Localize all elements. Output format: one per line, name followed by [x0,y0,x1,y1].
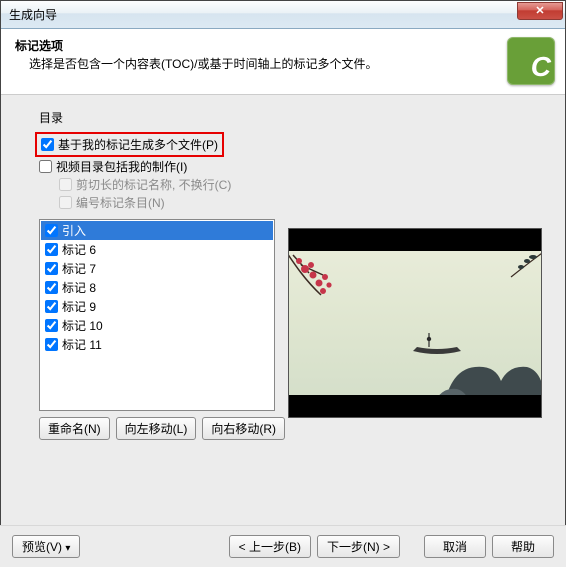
check-generate-multiple-label: 基于我的标记生成多个文件(P) [58,136,218,153]
check-generate-multiple-box[interactable] [41,138,54,151]
close-icon: ✕ [535,4,544,17]
list-item[interactable]: 标记 8 [41,278,273,297]
next-button[interactable]: 下一步(N) > [317,535,400,558]
check-number-entries-label: 编号标记条目(N) [76,194,165,211]
list-item-label: 标记 9 [62,298,96,315]
list-item[interactable]: 引入 [41,221,273,240]
close-button[interactable]: ✕ [517,2,563,20]
check-number-entries: 编号标记条目(N) [59,194,541,211]
move-left-button[interactable]: 向左移动(L) [116,417,197,440]
highlighted-option: 基于我的标记生成多个文件(P) [35,132,224,157]
list-item-checkbox[interactable] [45,319,58,332]
list-item-checkbox[interactable] [45,262,58,275]
list-item[interactable]: 标记 7 [41,259,273,278]
section-label-directory: 目录 [39,109,541,126]
window-title: 生成向导 [9,6,517,23]
list-item-checkbox[interactable] [45,300,58,313]
logo-letter: C [531,53,551,81]
list-item-label: 标记 10 [62,317,103,334]
header-title: 标记选项 [15,37,491,54]
list-item-label: 标记 7 [62,260,96,277]
list-item[interactable]: 标记 6 [41,240,273,259]
list-item-label: 引入 [62,222,86,239]
check-include-production[interactable]: 视频目录包括我的制作(I) [39,158,541,175]
list-item-checkbox[interactable] [45,338,58,351]
help-button[interactable]: 帮助 [492,535,554,558]
list-item[interactable]: 标记 11 [41,335,273,354]
wizard-header: 标记选项 选择是否包含一个内容表(TOC)/或基于时间轴上的标记多个文件。 C [1,29,565,95]
cancel-button[interactable]: 取消 [424,535,486,558]
list-item-checkbox[interactable] [45,281,58,294]
list-item[interactable]: 标记 10 [41,316,273,335]
list-item[interactable]: 标记 9 [41,297,273,316]
marker-listbox[interactable]: 引入标记 6 标记 7 标记 8 标记 9 标记 10 标记 11 [39,219,275,411]
wizard-footer: 预览(V) ▾ < 上一步(B) 下一步(N) > 取消 帮助 [0,525,566,567]
check-include-production-label: 视频目录包括我的制作(I) [56,158,187,175]
preview-panel [288,228,542,418]
check-include-production-box[interactable] [39,160,52,173]
titlebar: 生成向导 ✕ [1,1,565,29]
check-number-entries-box [59,196,72,209]
app-logo: C [507,37,555,85]
check-trim-names-box [59,178,72,191]
preview-button-label: 预览(V) [22,540,62,554]
decor-branch-left [289,251,365,335]
chevron-down-icon: ▾ [65,543,70,554]
list-item-label: 标记 6 [62,241,96,258]
check-trim-names: 剪切长的标记名称, 不换行(C) [59,176,541,193]
rename-button[interactable]: 重命名(N) [39,417,110,440]
list-item-label: 标记 11 [62,336,102,353]
list-item-label: 标记 8 [62,279,96,296]
decor-rocks [435,337,541,395]
preview-button[interactable]: 预览(V) ▾ [12,535,80,558]
list-actions: 重命名(N) 向左移动(L) 向右移动(R) [39,417,541,440]
list-item-checkbox[interactable] [45,224,58,237]
decor-branch-right [487,251,541,297]
check-generate-multiple[interactable]: 基于我的标记生成多个文件(P) [41,136,218,153]
list-item-checkbox[interactable] [45,243,58,256]
move-right-button[interactable]: 向右移动(R) [202,417,285,440]
back-button[interactable]: < 上一步(B) [229,535,311,558]
header-desc: 选择是否包含一个内容表(TOC)/或基于时间轴上的标记多个文件。 [15,56,491,73]
check-trim-names-label: 剪切长的标记名称, 不换行(C) [76,176,231,193]
preview-image [289,251,541,395]
